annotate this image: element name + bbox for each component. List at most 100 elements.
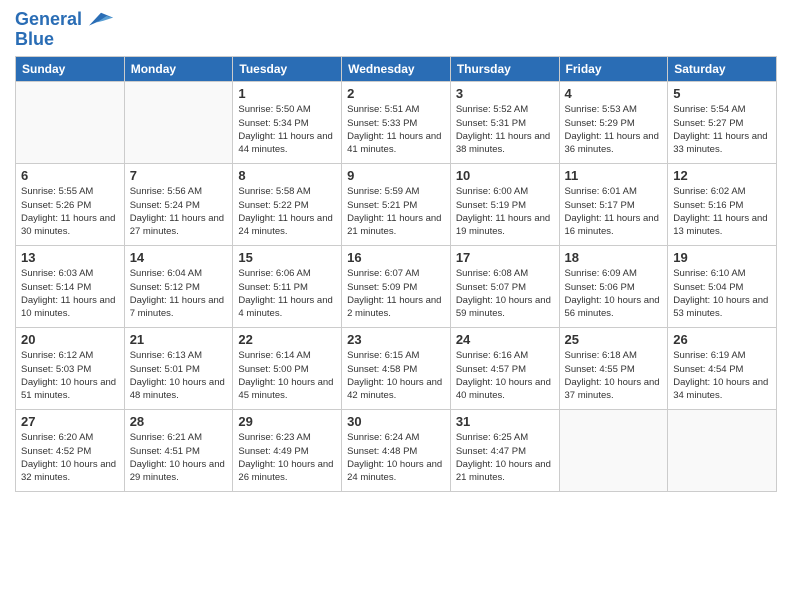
- table-row: 7Sunrise: 5:56 AM Sunset: 5:24 PM Daylig…: [124, 164, 233, 246]
- table-row: 21 Sunrise: 6:13 AM Sunset: 5:01 PM Dayli…: [124, 328, 233, 410]
- calendar-week-row: 27 Sunrise: 6:20 AM Sunset: 4:52 PM Dayli…: [16, 410, 777, 492]
- day-number: 6: [21, 168, 119, 183]
- day-number: 3: [456, 86, 554, 101]
- day-info: Sunrise: 6:24 AM Sunset: 4:48 PM Dayligh…: [347, 431, 445, 484]
- table-row: 1Sunrise: 5:50 AM Sunset: 5:34 PM Daylig…: [233, 82, 342, 164]
- day-info: Sunrise: 6:15 AM Sunset: 4:58 PM Dayligh…: [347, 349, 445, 402]
- day-number: 26: [673, 332, 771, 347]
- header-monday: Monday: [124, 57, 233, 82]
- table-row: 9Sunrise: 5:59 AM Sunset: 5:21 PM Daylig…: [342, 164, 451, 246]
- day-info: Sunrise: 6:18 AM Sunset: 4:55 PM Dayligh…: [565, 349, 663, 402]
- table-row: 31 Sunrise: 6:25 AM Sunset: 4:47 PM Dayli…: [450, 410, 559, 492]
- calendar-week-row: 6 Sunrise: 5:55 AM Sunset: 5:26 PM Daylig…: [16, 164, 777, 246]
- day-number: 23: [347, 332, 445, 347]
- table-row: 24Sunrise: 6:16 AM Sunset: 4:57 PM Dayli…: [450, 328, 559, 410]
- header-thursday: Thursday: [450, 57, 559, 82]
- day-number: 17: [456, 250, 554, 265]
- table-row: 28 Sunrise: 6:21 AM Sunset: 4:51 PM Dayli…: [124, 410, 233, 492]
- table-row: 3 Sunrise: 5:52 AM Sunset: 5:31 PM Daylig…: [450, 82, 559, 164]
- day-info: Sunrise: 6:19 AM Sunset: 4:54 PM Dayligh…: [673, 349, 771, 402]
- table-row: 14 Sunrise: 6:04 AM Sunset: 5:12 PM Dayli…: [124, 246, 233, 328]
- table-row: 12Sunrise: 6:02 AM Sunset: 5:16 PM Dayli…: [668, 164, 777, 246]
- day-info: Sunrise: 6:23 AM Sunset: 4:49 PM Dayligh…: [238, 431, 336, 484]
- day-info: Sunrise: 5:53 AM Sunset: 5:29 PM Dayligh…: [565, 103, 663, 156]
- table-row: 6 Sunrise: 5:55 AM Sunset: 5:26 PM Daylig…: [16, 164, 125, 246]
- day-info: Sunrise: 6:07 AM Sunset: 5:09 PM Dayligh…: [347, 267, 445, 320]
- day-number: 30: [347, 414, 445, 429]
- day-number: 7: [130, 168, 228, 183]
- calendar-table: Sunday Monday Tuesday Wednesday Thursday…: [15, 56, 777, 492]
- day-number: 27: [21, 414, 119, 429]
- day-number: 15: [238, 250, 336, 265]
- day-number: 5: [673, 86, 771, 101]
- day-number: 25: [565, 332, 663, 347]
- day-number: 10: [456, 168, 554, 183]
- day-number: 2: [347, 86, 445, 101]
- table-row: [16, 82, 125, 164]
- day-info: Sunrise: 5:52 AM Sunset: 5:31 PM Dayligh…: [456, 103, 554, 156]
- table-row: 15 Sunrise: 6:06 AM Sunset: 5:11 PM Dayli…: [233, 246, 342, 328]
- day-info: Sunrise: 6:13 AM Sunset: 5:01 PM Dayligh…: [130, 349, 228, 402]
- header-saturday: Saturday: [668, 57, 777, 82]
- day-info: Sunrise: 6:12 AM Sunset: 5:03 PM Dayligh…: [21, 349, 119, 402]
- table-row: [668, 410, 777, 492]
- calendar-week-row: 1Sunrise: 5:50 AM Sunset: 5:34 PM Daylig…: [16, 82, 777, 164]
- calendar-week-row: 13Sunrise: 6:03 AM Sunset: 5:14 PM Dayli…: [16, 246, 777, 328]
- table-row: [124, 82, 233, 164]
- table-row: 27 Sunrise: 6:20 AM Sunset: 4:52 PM Dayli…: [16, 410, 125, 492]
- day-info: Sunrise: 6:06 AM Sunset: 5:11 PM Dayligh…: [238, 267, 336, 320]
- day-number: 28: [130, 414, 228, 429]
- logo-bird-icon: [89, 10, 113, 30]
- day-info: Sunrise: 6:08 AM Sunset: 5:07 PM Dayligh…: [456, 267, 554, 320]
- table-row: 17 Sunrise: 6:08 AM Sunset: 5:07 PM Dayli…: [450, 246, 559, 328]
- table-row: 22 Sunrise: 6:14 AM Sunset: 5:00 PM Dayli…: [233, 328, 342, 410]
- day-number: 24: [456, 332, 554, 347]
- day-number: 22: [238, 332, 336, 347]
- day-info: Sunrise: 6:00 AM Sunset: 5:19 PM Dayligh…: [456, 185, 554, 238]
- table-row: 19 Sunrise: 6:10 AM Sunset: 5:04 PM Dayli…: [668, 246, 777, 328]
- header-sunday: Sunday: [16, 57, 125, 82]
- table-row: 26 Sunrise: 6:19 AM Sunset: 4:54 PM Dayli…: [668, 328, 777, 410]
- table-row: [559, 410, 668, 492]
- day-info: Sunrise: 6:01 AM Sunset: 5:17 PM Dayligh…: [565, 185, 663, 238]
- day-info: Sunrise: 6:10 AM Sunset: 5:04 PM Dayligh…: [673, 267, 771, 320]
- day-number: 8: [238, 168, 336, 183]
- table-row: 4 Sunrise: 5:53 AM Sunset: 5:29 PM Daylig…: [559, 82, 668, 164]
- day-info: Sunrise: 6:14 AM Sunset: 5:00 PM Dayligh…: [238, 349, 336, 402]
- logo-general: General: [15, 9, 82, 29]
- table-row: 11 Sunrise: 6:01 AM Sunset: 5:17 PM Dayli…: [559, 164, 668, 246]
- day-number: 21: [130, 332, 228, 347]
- day-number: 29: [238, 414, 336, 429]
- day-number: 19: [673, 250, 771, 265]
- day-number: 18: [565, 250, 663, 265]
- day-info: Sunrise: 6:20 AM Sunset: 4:52 PM Dayligh…: [21, 431, 119, 484]
- day-info: Sunrise: 6:03 AM Sunset: 5:14 PM Dayligh…: [21, 267, 119, 320]
- day-number: 4: [565, 86, 663, 101]
- day-info: Sunrise: 6:21 AM Sunset: 4:51 PM Dayligh…: [130, 431, 228, 484]
- day-info: Sunrise: 6:25 AM Sunset: 4:47 PM Dayligh…: [456, 431, 554, 484]
- table-row: 8Sunrise: 5:58 AM Sunset: 5:22 PM Daylig…: [233, 164, 342, 246]
- header-wednesday: Wednesday: [342, 57, 451, 82]
- day-info: Sunrise: 6:09 AM Sunset: 5:06 PM Dayligh…: [565, 267, 663, 320]
- logo-blue: Blue: [15, 30, 113, 48]
- day-number: 31: [456, 414, 554, 429]
- day-info: Sunrise: 6:04 AM Sunset: 5:12 PM Dayligh…: [130, 267, 228, 320]
- calendar-week-row: 20Sunrise: 6:12 AM Sunset: 5:03 PM Dayli…: [16, 328, 777, 410]
- day-info: Sunrise: 5:59 AM Sunset: 5:21 PM Dayligh…: [347, 185, 445, 238]
- table-row: 30 Sunrise: 6:24 AM Sunset: 4:48 PM Dayli…: [342, 410, 451, 492]
- table-row: 29 Sunrise: 6:23 AM Sunset: 4:49 PM Dayli…: [233, 410, 342, 492]
- day-number: 1: [238, 86, 336, 101]
- table-row: 2 Sunrise: 5:51 AM Sunset: 5:33 PM Daylig…: [342, 82, 451, 164]
- header-tuesday: Tuesday: [233, 57, 342, 82]
- table-row: 23 Sunrise: 6:15 AM Sunset: 4:58 PM Dayli…: [342, 328, 451, 410]
- table-row: 25 Sunrise: 6:18 AM Sunset: 4:55 PM Dayli…: [559, 328, 668, 410]
- day-info: Sunrise: 5:55 AM Sunset: 5:26 PM Dayligh…: [21, 185, 119, 238]
- table-row: 10 Sunrise: 6:00 AM Sunset: 5:19 PM Dayli…: [450, 164, 559, 246]
- table-row: 20Sunrise: 6:12 AM Sunset: 5:03 PM Dayli…: [16, 328, 125, 410]
- calendar-header-row: Sunday Monday Tuesday Wednesday Thursday…: [16, 57, 777, 82]
- day-number: 11: [565, 168, 663, 183]
- table-row: 5 Sunrise: 5:54 AM Sunset: 5:27 PM Daylig…: [668, 82, 777, 164]
- day-info: Sunrise: 5:51 AM Sunset: 5:33 PM Dayligh…: [347, 103, 445, 156]
- day-number: 14: [130, 250, 228, 265]
- day-info: Sunrise: 5:54 AM Sunset: 5:27 PM Dayligh…: [673, 103, 771, 156]
